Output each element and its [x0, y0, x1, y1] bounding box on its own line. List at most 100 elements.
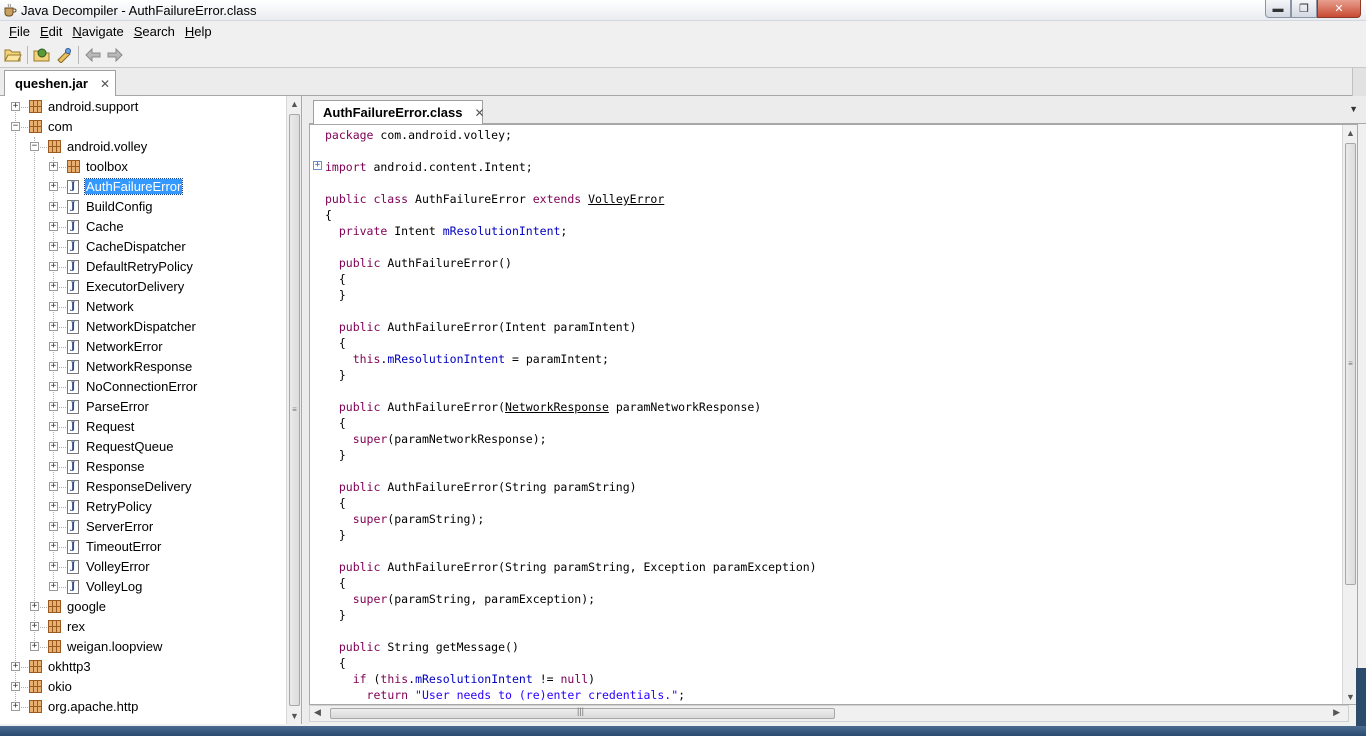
- source-editor[interactable]: + package com.android.volley; import and…: [309, 124, 1358, 705]
- code-line[interactable]: }: [325, 287, 817, 303]
- code-line[interactable]: this.mResolutionIntent = paramIntent;: [325, 351, 817, 367]
- expand-icon[interactable]: +: [49, 542, 58, 551]
- code-type-link[interactable]: NetworkResponse: [505, 400, 609, 414]
- tree-item[interactable]: + rex: [0, 617, 286, 637]
- collapse-icon[interactable]: −: [30, 142, 39, 151]
- code-line[interactable]: {: [325, 575, 817, 591]
- expand-icon[interactable]: +: [49, 502, 58, 511]
- tree-item[interactable]: + google: [0, 597, 286, 617]
- source-code[interactable]: package com.android.volley; import andro…: [325, 127, 817, 703]
- code-line[interactable]: super(paramString, paramException);: [325, 591, 817, 607]
- scroll-left-arrow-icon[interactable]: ◀: [314, 707, 321, 718]
- expand-icon[interactable]: +: [49, 522, 58, 531]
- tree-item[interactable]: + J Cache: [0, 217, 286, 237]
- menu-edit[interactable]: Edit: [35, 24, 67, 39]
- minimize-button[interactable]: ▬: [1265, 0, 1291, 18]
- expand-icon[interactable]: +: [11, 102, 20, 111]
- tree-item[interactable]: + J VolleyLog: [0, 577, 286, 597]
- code-line[interactable]: {: [325, 335, 817, 351]
- scroll-right-arrow-icon[interactable]: ▶: [1333, 707, 1340, 718]
- expand-icon[interactable]: +: [49, 462, 58, 471]
- tree-item[interactable]: + J NetworkResponse: [0, 357, 286, 377]
- scrollbar-thumb[interactable]: ≡: [289, 114, 300, 706]
- expand-icon[interactable]: +: [49, 302, 58, 311]
- tree-item[interactable]: + J TimeoutError: [0, 537, 286, 557]
- expand-icon[interactable]: +: [49, 402, 58, 411]
- back-button[interactable]: [82, 44, 104, 66]
- tree-item[interactable]: + J ExecutorDelivery: [0, 277, 286, 297]
- expand-icon[interactable]: +: [30, 602, 39, 611]
- code-line[interactable]: {: [325, 207, 817, 223]
- code-line[interactable]: public AuthFailureError(Intent paramInte…: [325, 319, 817, 335]
- code-line[interactable]: {: [325, 655, 817, 671]
- tree-item[interactable]: + toolbox: [0, 157, 286, 177]
- tree-item[interactable]: + J Request: [0, 417, 286, 437]
- tree-item[interactable]: + J CacheDispatcher: [0, 237, 286, 257]
- expand-icon[interactable]: +: [49, 322, 58, 331]
- scroll-up-arrow-icon[interactable]: ▲: [287, 96, 301, 112]
- code-line[interactable]: }: [325, 607, 817, 623]
- expand-icon[interactable]: +: [49, 182, 58, 191]
- tree-item[interactable]: + org.apache.http: [0, 697, 286, 717]
- code-line[interactable]: public AuthFailureError(String paramStri…: [325, 479, 817, 495]
- tab-list-dropdown-icon[interactable]: ▼: [1349, 104, 1358, 114]
- editor-vertical-scrollbar[interactable]: ▲ ≡ ▼: [1342, 125, 1357, 704]
- expand-icon[interactable]: +: [49, 162, 58, 171]
- code-line[interactable]: [325, 623, 817, 639]
- expand-icon[interactable]: +: [49, 582, 58, 591]
- code-line[interactable]: }: [325, 527, 817, 543]
- scrollbar[interactable]: [1352, 68, 1366, 96]
- menu-file[interactable]: File: [4, 24, 35, 39]
- scroll-up-arrow-icon[interactable]: ▲: [1343, 125, 1357, 141]
- code-line[interactable]: super(paramString);: [325, 511, 817, 527]
- tree-item[interactable]: + J VolleyError: [0, 557, 286, 577]
- fold-expand-icon[interactable]: +: [313, 161, 322, 170]
- tree-vertical-scrollbar[interactable]: ▲ ≡ ▼: [286, 96, 301, 724]
- tree-item[interactable]: + J BuildConfig: [0, 197, 286, 217]
- expand-icon[interactable]: +: [11, 662, 20, 671]
- tree-item[interactable]: + J NoConnectionError: [0, 377, 286, 397]
- tree-item[interactable]: + J RetryPolicy: [0, 497, 286, 517]
- tree-item[interactable]: + weigan.loopview: [0, 637, 286, 657]
- close-icon[interactable]: ✕: [100, 77, 110, 91]
- tree-item[interactable]: + J DefaultRetryPolicy: [0, 257, 286, 277]
- scroll-down-arrow-icon[interactable]: ▼: [287, 708, 301, 724]
- tree-item[interactable]: + J NetworkError: [0, 337, 286, 357]
- code-line[interactable]: return "User needs to (re)enter credenti…: [325, 687, 817, 703]
- expand-icon[interactable]: +: [11, 702, 20, 711]
- tree-item[interactable]: + J RequestQueue: [0, 437, 286, 457]
- expand-icon[interactable]: +: [30, 642, 39, 651]
- scrollbar-thumb[interactable]: ≡: [1345, 143, 1356, 585]
- code-line[interactable]: [325, 143, 817, 159]
- code-line[interactable]: super(paramNetworkResponse);: [325, 431, 817, 447]
- open-type-hierarchy-button[interactable]: [53, 44, 75, 66]
- code-line[interactable]: public String getMessage(): [325, 639, 817, 655]
- expand-icon[interactable]: +: [49, 442, 58, 451]
- tree-item[interactable]: + okio: [0, 677, 286, 697]
- expand-icon[interactable]: +: [49, 242, 58, 251]
- code-line[interactable]: }: [325, 447, 817, 463]
- tree-item[interactable]: + J ParseError: [0, 397, 286, 417]
- code-line[interactable]: {: [325, 415, 817, 431]
- code-line[interactable]: public AuthFailureError(String paramStri…: [325, 559, 817, 575]
- expand-icon[interactable]: +: [11, 682, 20, 691]
- code-line[interactable]: [325, 543, 817, 559]
- menu-navigate[interactable]: Navigate: [67, 24, 128, 39]
- code-line[interactable]: import android.content.Intent;: [325, 159, 817, 175]
- tree-item[interactable]: + J Response: [0, 457, 286, 477]
- tab-authfailureerror-class[interactable]: AuthFailureError.class ✕: [313, 100, 485, 124]
- close-button[interactable]: ✕: [1317, 0, 1361, 18]
- code-line[interactable]: package com.android.volley;: [325, 127, 817, 143]
- code-line[interactable]: public AuthFailureError(NetworkResponse …: [325, 399, 817, 415]
- tree-item[interactable]: + okhttp3: [0, 657, 286, 677]
- expand-icon[interactable]: +: [49, 342, 58, 351]
- code-line[interactable]: [325, 383, 817, 399]
- tree-item[interactable]: + J AuthFailureError: [0, 177, 286, 197]
- tree-item[interactable]: + J Network: [0, 297, 286, 317]
- close-icon[interactable]: ✕: [474, 106, 484, 120]
- expand-icon[interactable]: +: [49, 202, 58, 211]
- code-line[interactable]: [325, 239, 817, 255]
- menu-search[interactable]: Search: [129, 24, 180, 39]
- code-line[interactable]: }: [325, 367, 817, 383]
- expand-icon[interactable]: +: [49, 282, 58, 291]
